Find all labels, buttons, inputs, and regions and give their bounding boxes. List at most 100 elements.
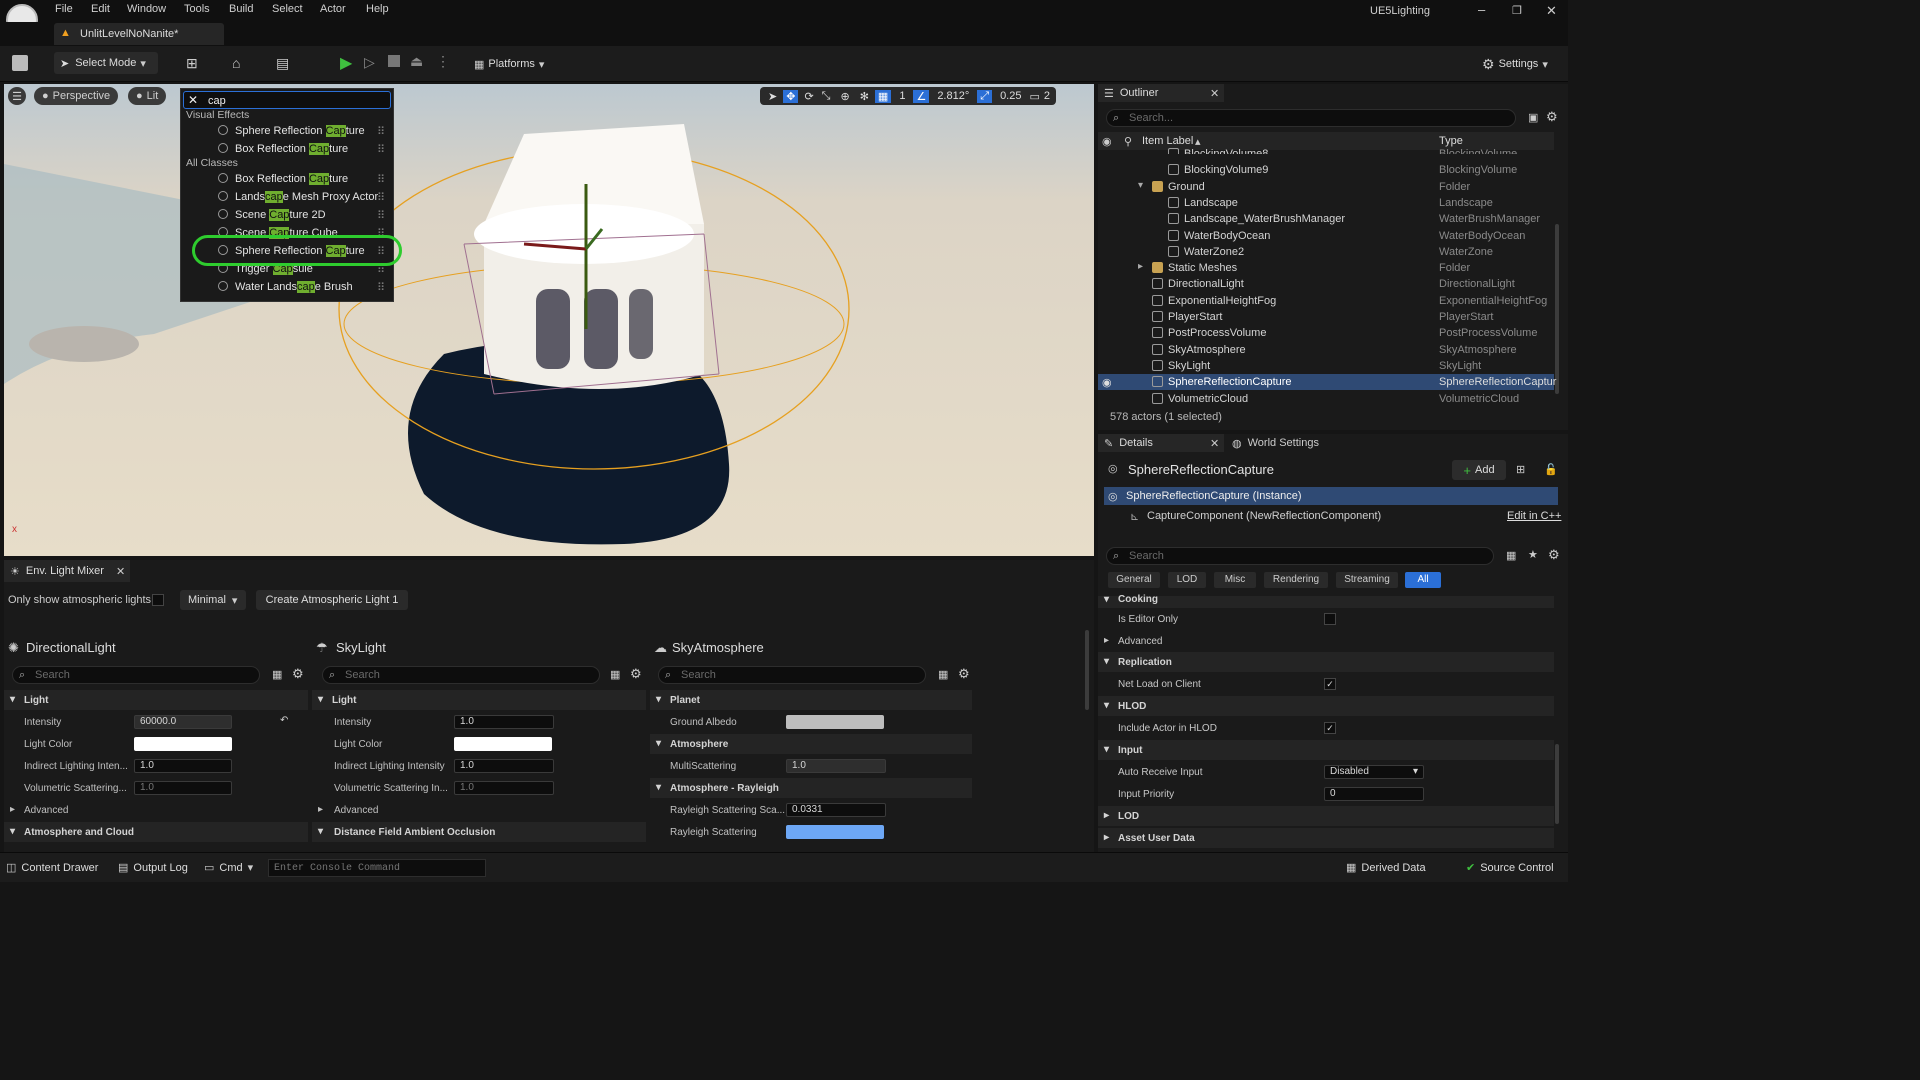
outliner-row[interactable]: SkyAtmosphere SkyAtmosphere (1098, 342, 1554, 358)
close-icon[interactable]: ✕ (1210, 87, 1219, 100)
rotate-tool-icon[interactable]: ⟳ (804, 90, 813, 103)
menu-help[interactable]: Help (366, 3, 389, 15)
sl-search[interactable]: ⌕ Search (322, 666, 600, 684)
create-atmospheric-light-button[interactable]: Create Atmospheric Light 1 (256, 590, 408, 610)
blueprint-options-icon[interactable]: ⊞ (1516, 463, 1525, 476)
level-tab[interactable]: ▲ UnlitLevelNoNanite* (54, 23, 224, 45)
dl-intensity-field[interactable]: 60000.0 (134, 715, 232, 729)
rayleigh-scale-field[interactable]: 0.0331 (786, 803, 886, 817)
perspective-button[interactable]: ● Perspective (34, 87, 119, 105)
details-tab[interactable]: ✎ Details ✕ (1098, 434, 1224, 452)
edit-cpp-link[interactable]: Edit in C++ (1507, 510, 1561, 522)
gear-icon[interactable]: ⚙ (1546, 109, 1558, 125)
outliner-row[interactable]: BlockingVolume8 BlockingVolume (1098, 146, 1554, 154)
category-input[interactable]: ▾ Input (1098, 740, 1554, 760)
restore-icon[interactable]: ❐ (1512, 4, 1522, 17)
details-search[interactable]: ⌕ Search (1106, 547, 1494, 565)
outliner-row[interactable]: SkyLight SkyLight (1098, 358, 1554, 374)
ground-albedo-swatch[interactable] (786, 715, 884, 729)
only-show-checkbox[interactable] (152, 594, 164, 606)
category-advanced[interactable]: ▸ Advanced (1098, 631, 1554, 651)
viewport-menu-button[interactable]: ☰ (8, 87, 26, 105)
component-label[interactable]: CaptureComponent (NewReflectionComponent… (1147, 510, 1381, 522)
dl-indirect-field[interactable]: 1.0 (134, 759, 232, 773)
env-light-mixer-tab[interactable]: ☀ Env. Light Mixer ✕ (4, 560, 130, 582)
world-space-icon[interactable]: ⊕ (840, 90, 849, 103)
outliner-row[interactable]: ▾ Ground Folder (1098, 179, 1554, 195)
select-tool-icon[interactable]: ➤ (768, 90, 777, 103)
eye-icon[interactable]: ◉ (1102, 376, 1112, 389)
menu-select[interactable]: Select (272, 3, 303, 15)
lit-button[interactable]: ● Lit (128, 87, 167, 105)
dropdown-item[interactable]: Water Landscape Brush ⠿ (201, 279, 391, 295)
category-lod[interactable]: ▸ LOD (1098, 806, 1554, 826)
minimize-icon[interactable]: – (1478, 2, 1485, 17)
outliner-scrollbar[interactable] (1555, 224, 1559, 394)
sl-advanced[interactable]: ▸ Advanced (312, 800, 646, 820)
angle-value[interactable]: 2.812° (937, 90, 969, 102)
lock-icon[interactable]: 🔓 (1544, 463, 1558, 476)
menu-build[interactable]: Build (229, 3, 253, 15)
auto-receive-select[interactable]: Disabled ▾ (1324, 765, 1424, 779)
sl-light-color-swatch[interactable] (454, 737, 552, 751)
filter-tab-streaming[interactable]: Streaming (1336, 572, 1398, 588)
dropdown-item[interactable]: Box Reflection Capture ⠿ (201, 141, 391, 157)
drag-grip-icon[interactable]: ⠿ (377, 143, 385, 156)
include-hlod-checkbox[interactable]: ✓ (1324, 722, 1336, 734)
drag-grip-icon[interactable]: ⠿ (377, 209, 385, 222)
eject-icon[interactable]: ⏏ (410, 53, 423, 70)
sl-intensity-field[interactable]: 1.0 (454, 715, 554, 729)
console-command-input[interactable] (268, 859, 486, 877)
property-matrix-icon[interactable]: ▦ (1506, 549, 1516, 562)
quick-add-search[interactable]: ✕ cap (183, 91, 391, 109)
select-mode-button[interactable]: ➤ Select Mode ▾ (54, 52, 158, 74)
save-icon[interactable] (12, 55, 28, 71)
is-editor-only-checkbox[interactable] (1324, 613, 1336, 625)
outliner-search[interactable]: ⌕ Search... (1106, 109, 1516, 127)
new-folder-icon[interactable]: ▣ (1528, 111, 1538, 124)
category-asset-user-data[interactable]: ▸ Asset User Data (1098, 828, 1554, 848)
dropdown-item[interactable]: Landscape Mesh Proxy Actor ⠿ (201, 189, 391, 205)
outliner-row[interactable]: PlayerStart PlayerStart (1098, 309, 1554, 325)
filter-tab-all[interactable]: All (1405, 572, 1441, 588)
sa-search[interactable]: ⌕ Search (658, 666, 926, 684)
dl-volumetric-field[interactable]: 1.0 (134, 781, 232, 795)
minimal-dropdown[interactable]: Minimal ▾ (180, 590, 246, 610)
outliner-row[interactable]: PostProcessVolume PostProcessVolume (1098, 325, 1554, 341)
outliner-row[interactable]: ExponentialHeightFog ExponentialHeightFog (1098, 293, 1554, 309)
filter-tab-rendering[interactable]: Rendering (1264, 572, 1328, 588)
gear-icon[interactable]: ⚙ (292, 666, 304, 682)
chevron-right-icon[interactable]: ▸ (1138, 261, 1143, 272)
play-icon[interactable]: ▶ (340, 53, 352, 73)
chevron-down-icon[interactable]: ▾ (1138, 180, 1143, 191)
multiscattering-field[interactable]: 1.0 (786, 759, 886, 773)
camera-speed-value[interactable]: 2 (1044, 90, 1050, 102)
dl-advanced[interactable]: ▸ Advanced (4, 800, 308, 820)
source-control-button[interactable]: ✔ Source Control (1466, 861, 1554, 875)
stop-icon[interactable] (388, 55, 400, 67)
outliner-row[interactable]: WaterZone2 WaterZone (1098, 244, 1554, 260)
cinematics-icon[interactable]: ▤ (276, 55, 289, 72)
details-scrollbar[interactable] (1555, 744, 1559, 824)
filter-tab-lod[interactable]: LOD (1168, 572, 1206, 588)
add-component-button[interactable]: + Add (1452, 460, 1506, 480)
scale-tool-icon[interactable]: ⤡ (822, 90, 831, 103)
sa-cat-planet[interactable]: ▾ Planet (650, 690, 972, 710)
world-settings-tab[interactable]: ◍ World Settings (1232, 434, 1319, 452)
instance-row[interactable]: ◎ SphereReflectionCapture (Instance) (1104, 487, 1558, 505)
property-matrix-icon[interactable]: ▦ (272, 668, 282, 681)
content-drawer-button[interactable]: ◫ Content Drawer (6, 861, 98, 875)
dropdown-item[interactable]: Scene Capture 2D ⠿ (201, 207, 391, 223)
sl-cat-light[interactable]: ▾ Light (312, 690, 646, 710)
surface-snap-icon[interactable]: ✻ (860, 90, 869, 103)
rayleigh-scattering-swatch[interactable] (786, 825, 884, 839)
grid-snap-icon[interactable]: ▦ (874, 89, 892, 103)
drag-grip-icon[interactable]: ⠿ (377, 125, 385, 138)
filter-tab-general[interactable]: General (1108, 572, 1160, 588)
blueprint-icon[interactable]: ⌂ (232, 55, 240, 71)
gear-icon[interactable]: ⚙ (630, 666, 642, 682)
menu-window[interactable]: Window (127, 3, 166, 15)
output-log-button[interactable]: ▤ Output Log (118, 861, 188, 875)
dropdown-item[interactable]: Box Reflection Capture ⠿ (201, 171, 391, 187)
settings-button[interactable]: ⚙ Settings ▾ (1482, 54, 1548, 74)
